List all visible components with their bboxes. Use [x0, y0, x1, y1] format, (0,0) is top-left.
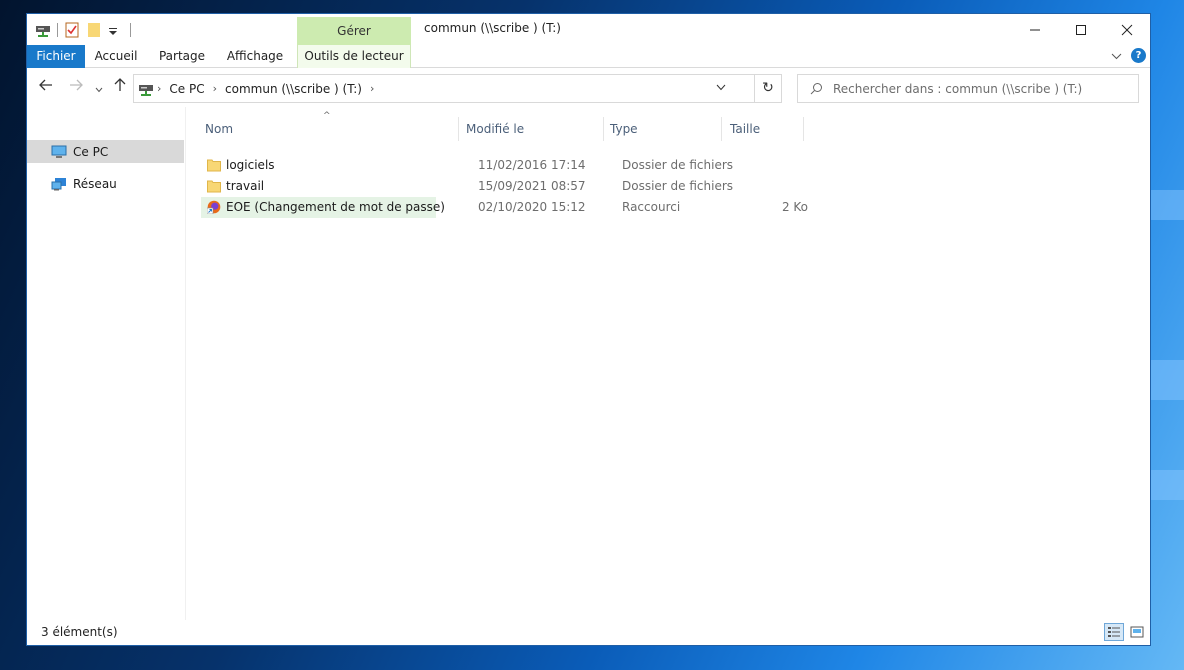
details-view-button[interactable]: [1104, 623, 1124, 641]
file-list: Nom ^ Modifié le Type Taille logiciels 1…: [187, 107, 1151, 622]
ribbon-tabs: Fichier Accueil Partage Affichage Outils…: [27, 45, 1150, 68]
maximize-button[interactable]: [1058, 14, 1104, 45]
expand-ribbon-icon[interactable]: [1111, 49, 1122, 63]
network-drive-icon[interactable]: [35, 22, 51, 38]
refresh-button[interactable]: ↻: [755, 74, 782, 103]
column-header-type[interactable]: Type: [602, 117, 722, 141]
nav-item-network[interactable]: Réseau: [27, 172, 184, 195]
window-title: commun (\\scribe ) (T:): [424, 21, 561, 35]
search-icon: [810, 82, 823, 95]
forward-button[interactable]: [69, 78, 83, 96]
tab-drive-tools[interactable]: Outils de lecteur: [297, 45, 411, 68]
breadcrumb-separator[interactable]: ›: [213, 82, 217, 95]
column-header-size[interactable]: Taille: [722, 117, 804, 141]
close-button[interactable]: [1104, 14, 1150, 45]
file-size: [738, 176, 808, 197]
file-row-eoe-shortcut[interactable]: EOE (Changement de mot de passe) 02/10/2…: [201, 197, 841, 218]
quick-access-toolbar: [35, 21, 131, 39]
computer-icon: [51, 145, 67, 159]
address-dropdown-icon[interactable]: [716, 81, 726, 94]
browser-shortcut-icon: [206, 200, 221, 215]
desktop-streak: [1150, 190, 1184, 220]
navigation-bar: › Ce PC › commun (\\scribe ) (T:) › ↻ Re…: [27, 69, 1150, 107]
nav-item-label: Ce PC: [73, 144, 109, 159]
sort-ascending-icon: ^: [323, 111, 331, 121]
desktop-streak: [1150, 360, 1184, 400]
tab-view[interactable]: Affichage: [221, 45, 289, 68]
file-modified: 02/10/2020 15:12: [478, 200, 586, 214]
network-icon: [51, 177, 67, 191]
toolbar-separator: [57, 23, 58, 37]
status-bar: 3 élément(s): [27, 620, 1150, 645]
navigation-pane: Ce PC Réseau: [27, 107, 186, 622]
drive-icon: [138, 81, 154, 97]
file-modified: 11/02/2016 17:14: [478, 158, 586, 172]
recent-locations-button[interactable]: [95, 80, 103, 98]
tab-file[interactable]: Fichier: [27, 45, 85, 68]
minimize-button[interactable]: [1012, 14, 1058, 45]
breadcrumb-separator[interactable]: ›: [157, 82, 161, 95]
help-icon[interactable]: ?: [1131, 48, 1146, 63]
desktop-streak: [1150, 470, 1184, 500]
large-icons-view-button[interactable]: [1127, 623, 1147, 641]
file-name: travail: [226, 179, 265, 193]
up-button[interactable]: [113, 78, 127, 96]
search-input[interactable]: Rechercher dans : commun (\\scribe ) (T:…: [833, 82, 1082, 96]
search-box[interactable]: Rechercher dans : commun (\\scribe ) (T:…: [797, 74, 1139, 103]
nav-item-this-pc[interactable]: Ce PC: [27, 140, 184, 163]
breadcrumb-commun-drive[interactable]: commun (\\scribe ) (T:): [225, 82, 362, 96]
file-size: 2 Ko: [781, 200, 808, 214]
file-row-travail[interactable]: travail 15/09/2021 08:57 Dossier de fich…: [201, 176, 841, 197]
back-button[interactable]: [39, 78, 53, 96]
breadcrumb-this-pc[interactable]: Ce PC: [169, 82, 204, 96]
file-type: Raccourci: [622, 200, 681, 214]
file-row-logiciels[interactable]: logiciels 11/02/2016 17:14 Dossier de fi…: [201, 155, 841, 176]
file-type: Dossier de fichiers: [622, 179, 734, 193]
tab-home[interactable]: Accueil: [89, 45, 143, 68]
file-type: Dossier de fichiers: [622, 158, 734, 172]
ribbon-controls: ?: [1111, 48, 1146, 63]
tab-manage[interactable]: Gérer: [297, 17, 411, 45]
address-bar[interactable]: › Ce PC › commun (\\scribe ) (T:) ›: [133, 74, 755, 103]
tab-share[interactable]: Partage: [153, 45, 211, 68]
file-name: logiciels: [226, 158, 275, 172]
file-size: [738, 155, 808, 176]
properties-icon[interactable]: [64, 22, 80, 38]
new-folder-icon[interactable]: [86, 22, 102, 38]
customize-toolbar-icon[interactable]: [108, 22, 124, 38]
explorer-window: Gérer commun (\\scribe ) (T:) Fichier Ac…: [26, 13, 1151, 646]
toolbar-separator: [130, 23, 131, 37]
breadcrumb-separator[interactable]: ›: [370, 82, 374, 95]
file-name: EOE (Changement de mot de passe): [201, 197, 445, 218]
column-header-modified[interactable]: Modifié le: [458, 117, 604, 141]
nav-item-label: Réseau: [73, 176, 117, 191]
item-count: 3 élément(s): [41, 625, 118, 639]
title-bar: Gérer commun (\\scribe ) (T:): [27, 14, 1150, 45]
file-modified: 15/09/2021 08:57: [478, 179, 586, 193]
